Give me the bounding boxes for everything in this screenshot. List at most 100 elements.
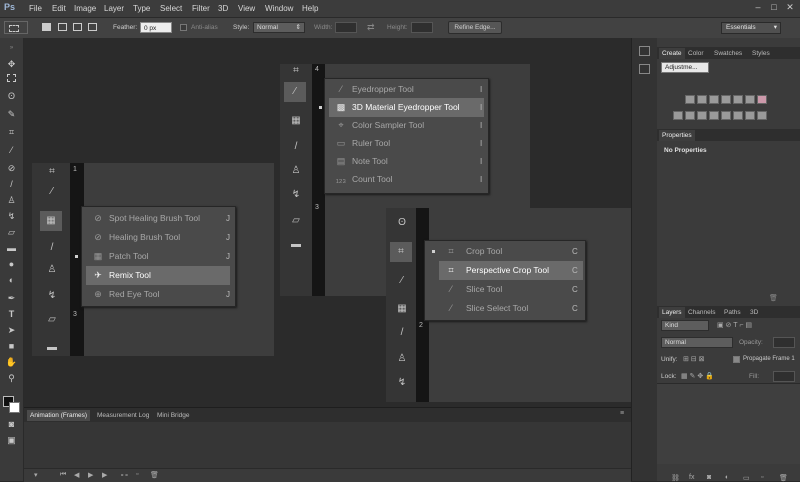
height-input[interactable] — [411, 22, 433, 33]
flyout-item-active[interactable]: ⌗ Perspective Crop Tool C — [425, 261, 585, 280]
flyout-item[interactable]: ⊘ Healing Brush Tool J — [82, 228, 235, 247]
first-frame-icon[interactable]: ⏮ — [60, 471, 66, 479]
tab-layers[interactable]: Layers — [659, 307, 685, 318]
delete-frame-icon[interactable]: 🗑 — [150, 471, 159, 479]
history-panel-icon[interactable] — [639, 46, 650, 56]
adjustment-threshold-icon[interactable] — [745, 111, 755, 120]
lock-icons[interactable]: ▦ ✎ ✥ 🔒 — [681, 372, 714, 380]
actions-panel-icon[interactable] — [639, 64, 650, 74]
tween-icon[interactable]: ∘∘ — [120, 471, 129, 479]
blur-tool-icon[interactable]: ● — [5, 258, 18, 270]
adjustment-layer-icon[interactable]: ◐ — [725, 474, 729, 481]
path-selection-tool-icon[interactable]: ➤ — [5, 324, 18, 336]
flyout-item[interactable]: ⊘ Spot Healing Brush Tool J — [82, 209, 235, 228]
move-tool-icon[interactable]: ✥ — [5, 58, 18, 70]
tab-properties[interactable]: Properties — [659, 130, 695, 141]
adjustment-brightness-icon[interactable] — [685, 95, 695, 104]
opacity-input[interactable] — [773, 337, 795, 348]
menu-window[interactable]: Window — [265, 4, 293, 13]
rectangle-tool-icon[interactable]: ■ — [5, 340, 18, 352]
unify-icons[interactable]: ⊞ ⊟ ⊠ — [683, 355, 705, 363]
layers-list[interactable] — [657, 383, 800, 464]
tab-create[interactable]: Create — [659, 48, 685, 59]
flyout-item-active[interactable]: ✈ Remix Tool — [82, 266, 235, 285]
adjustment-channel-mixer-icon[interactable] — [697, 111, 707, 120]
delete-icon[interactable]: 🗑 — [769, 294, 778, 302]
tab-animation-frames[interactable]: Animation (Frames) — [27, 410, 91, 421]
flyout-item[interactable]: ₁₂₃ Count Tool I — [325, 170, 488, 189]
new-selection-icon[interactable] — [42, 23, 51, 31]
layer-style-icon[interactable]: fx — [689, 474, 694, 481]
fill-input[interactable] — [773, 371, 795, 382]
flyout-item[interactable]: ⌖ Color Sampler Tool I — [325, 116, 488, 135]
quick-selection-tool-icon[interactable]: ✎ — [5, 108, 18, 120]
pen-tool-icon[interactable]: ✒ — [5, 292, 18, 304]
eyedropper-tool-icon[interactable]: ⁄ — [5, 144, 18, 156]
gradient-tool-icon[interactable]: ▬ — [5, 242, 18, 254]
quick-mask-icon[interactable]: ◙ — [5, 418, 18, 430]
flyout-item[interactable]: ⁄ Slice Tool C — [425, 280, 585, 299]
menu-type[interactable]: Type — [133, 4, 150, 13]
adjustment-vibrance-icon[interactable] — [733, 95, 743, 104]
flyout-item-active[interactable]: ▩ 3D Material Eyedropper Tool I — [319, 98, 488, 117]
adjustment-color-lookup-icon[interactable] — [709, 111, 719, 120]
anti-alias-checkbox[interactable] — [180, 24, 187, 31]
marquee-tool-icon[interactable] — [7, 74, 16, 82]
adjustment-gradient-map-icon[interactable] — [757, 111, 767, 120]
filter-pixel-icon[interactable]: ▣ ⊘ T ⌐ ▤ — [717, 321, 752, 329]
flyout-item[interactable]: ⊕ Red Eye Tool J — [82, 285, 235, 304]
menu-edit[interactable]: Edit — [52, 4, 66, 13]
menu-view[interactable]: View — [238, 4, 255, 13]
adjustment-color-balance-icon[interactable] — [757, 95, 767, 104]
feather-input[interactable]: 0 px — [140, 22, 172, 33]
subtract-selection-icon[interactable] — [73, 23, 82, 31]
blend-mode-select[interactable]: Normal — [661, 337, 733, 348]
maximize-icon[interactable]: □ — [768, 2, 780, 12]
add-selection-icon[interactable] — [58, 23, 67, 31]
previous-frame-icon[interactable]: ◀ — [74, 471, 79, 479]
hand-tool-icon[interactable]: ✋ — [5, 356, 18, 368]
tool-preset-picker[interactable] — [4, 21, 28, 34]
tab-measurement-log[interactable]: Measurement Log — [94, 410, 152, 421]
play-icon[interactable]: ▶ — [88, 471, 93, 479]
menu-layer[interactable]: Layer — [104, 4, 124, 13]
document-canvas[interactable]: 1 3 ⌗ ⁄ ▦ / ♙ ↯ ▱ ▬ ⊘ Spot Healing Brush… — [24, 38, 631, 407]
eraser-tool-icon[interactable]: ▱ — [5, 226, 18, 238]
clone-stamp-tool-icon[interactable]: ♙ — [5, 194, 18, 206]
menu-file[interactable]: File — [29, 4, 42, 13]
tab-paths[interactable]: Paths — [721, 307, 744, 318]
style-select[interactable]: Normal ⇕ — [253, 22, 305, 33]
menu-filter[interactable]: Filter — [192, 4, 210, 13]
flyout-item[interactable]: ▦ Patch Tool J — [75, 247, 235, 266]
adjustment-invert-icon[interactable] — [721, 111, 731, 120]
propagate-frame-checkbox[interactable] — [733, 356, 740, 363]
new-layer-icon[interactable]: ▫ — [761, 474, 763, 481]
flyout-item[interactable]: ▤ Note Tool I — [325, 152, 488, 171]
dodge-tool-icon[interactable]: ◐ — [5, 274, 18, 286]
intersect-selection-icon[interactable] — [88, 23, 97, 31]
flyout-item[interactable]: ⁄ Eyedropper Tool I — [325, 80, 488, 99]
tab-channels[interactable]: Channels — [685, 307, 718, 318]
next-frame-icon[interactable]: ▶ — [102, 471, 107, 479]
adjustments-select[interactable]: Adjustme... — [661, 62, 709, 73]
menu-help[interactable]: Help — [302, 4, 318, 13]
minimize-icon[interactable]: – — [752, 2, 764, 12]
adjustment-bw-icon[interactable] — [673, 111, 683, 120]
brush-tool-icon[interactable]: / — [5, 178, 18, 190]
width-input[interactable] — [335, 22, 357, 33]
layer-mask-icon[interactable]: ◙ — [707, 474, 711, 481]
type-tool-icon[interactable]: T — [5, 308, 18, 320]
panel-menu-icon[interactable]: ≡ — [620, 410, 624, 417]
tab-swatches[interactable]: Swatches — [711, 48, 745, 59]
adjustment-photo-filter-icon[interactable] — [685, 111, 695, 120]
swap-icon[interactable]: ⇄ — [367, 22, 375, 33]
tab-color[interactable]: Color — [685, 48, 707, 59]
menu-select[interactable]: Select — [160, 4, 182, 13]
lasso-tool-icon[interactable]: ʘ — [5, 90, 18, 102]
tab-mini-bridge[interactable]: Mini Bridge — [154, 410, 193, 421]
workspace-select[interactable]: Essentials ▾ — [721, 22, 781, 34]
adjustment-exposure-icon[interactable] — [721, 95, 731, 104]
screen-mode-icon[interactable]: ▣ — [5, 434, 18, 446]
flyout-item[interactable]: ⁄ Slice Select Tool C — [425, 299, 585, 318]
close-icon[interactable]: ✕ — [784, 2, 796, 12]
